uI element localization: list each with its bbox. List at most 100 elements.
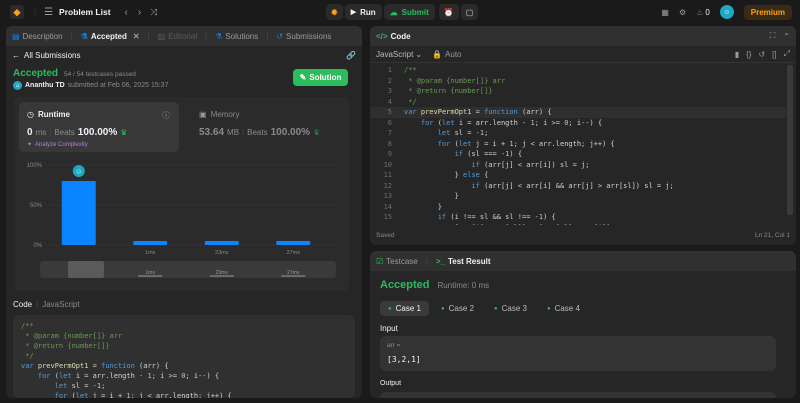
submit-button[interactable]: ☁ Submit [383,4,435,20]
tab-description-label: Description [22,31,63,41]
tab-test-result[interactable]: >_ Test Result [436,257,491,266]
minimap-selection[interactable] [68,261,104,278]
editor-code-area[interactable]: 1/** 2 * @param {number[]} arr 3 * @return… [370,65,786,225]
input-var-value: [3,2,1] [387,355,421,364]
trophy-icon: ♛ [120,128,128,137]
minimap-label: 23ms [216,270,229,276]
pass-dot-icon: ● [440,305,445,312]
close-icon[interactable]: ✕ [133,32,140,41]
submitted-code-line: for (let j = i + 1; j < arr.length; j++)… [54,392,232,398]
memory-card[interactable]: ▣ Memory 53.64 MB | Beats 100.00% ♛ [192,102,342,152]
tab-submissions[interactable]: ↺ Submissions [276,32,331,41]
editor-scrollbar[interactable] [787,65,793,215]
tab-testcase-label: Testcase [386,256,418,266]
language-select[interactable]: JavaScript ⌄ [376,50,422,59]
pass-dot-icon: ● [546,305,551,312]
editor-code-line: 12 if (arr[j] < arr[i] && arr[j] > arr[s… [383,181,674,190]
tab-solutions-label: Solutions [225,31,259,41]
tab-description[interactable]: ▤ Description [12,32,63,41]
submitter-row: ☺ Ananthu TD submitted at Feb 06, 2025 1… [13,81,168,90]
runtime-distribution-chart[interactable]: 100% 50% 0% ☺ 1ms 23ms 27ms 1ms 23ms 27ms [14,155,349,285]
streak-count: 0 [705,7,710,17]
premium-button[interactable]: Premium [743,4,792,20]
all-submissions-link[interactable]: All Submissions [24,51,80,60]
editor-actions: ▮ {} ↺ [] ⤢ [735,49,790,59]
input-box: arr = [3,2,1] [380,336,776,371]
chevron-left-icon[interactable]: ‹ [125,7,128,18]
case-tab-2[interactable]: ● Case 2 [433,301,482,316]
share-link-icon[interactable]: 🔗 [346,51,356,60]
tab-accepted-label: Accepted [90,31,127,41]
case-tab-1[interactable]: ● Case 1 [380,301,429,316]
reset-icon[interactable]: ↺ [758,49,765,59]
editor-code-line: 5 var prevPermOpt1 = function (arr) { [370,107,786,118]
distribution-bar[interactable] [276,241,311,245]
result-status: Accepted [380,279,430,291]
editor-code-line: 2 * @param {number[]} arr [387,76,506,85]
runtime-beats: 100.00% [77,127,118,138]
distribution-bar[interactable] [61,181,96,245]
solution-button[interactable]: ✎ Solution [293,69,348,86]
run-label: Run [360,7,376,17]
timer-button[interactable]: ⏰ [438,4,459,20]
x-tick-label: 27ms [287,250,301,256]
editor-status-bar: Saved Ln 21, Col 1 [376,232,790,239]
minimap-label: 1ms [146,270,156,276]
tab-divider: | [425,256,428,266]
debug-button[interactable]: ✹ [326,4,343,20]
format-braces-icon[interactable]: {} [746,49,751,59]
tab-divider: | [205,31,208,41]
analyze-complexity-link[interactable]: ✦ Analyze Complexity [27,141,88,149]
maximize-icon[interactable]: ⛶ [770,31,776,41]
tab-submissions-label: Submissions [286,31,332,41]
streak-fire-icon[interactable]: ♨ 0 [696,8,710,17]
tab-divider: | [266,31,269,41]
run-button[interactable]: ▶ Run [344,4,382,20]
settings-gear-icon[interactable]: ⚙ [679,8,686,17]
runtime-beats-label: Beats [54,128,75,137]
submitted-code-line: */ [21,352,34,360]
testcases-passed: 54 / 54 testcases passed [64,71,136,78]
bookmark-icon[interactable]: ▮ [735,49,739,59]
tab-solutions[interactable]: ⚗ Solutions [215,32,258,41]
language-select-value: JavaScript [376,49,414,59]
submitted-at: submitted at Feb 06, 2025 15:37 [67,82,169,89]
submitter-name[interactable]: Ananthu TD [25,82,65,89]
layout-grid-icon[interactable]: ▦ [661,8,669,17]
problem-list-icon[interactable]: ☰ [44,7,53,18]
expand-icon[interactable]: ⤢ [784,49,790,59]
shuffle-icon[interactable]: ⤨ [150,7,157,18]
distribution-bar[interactable] [204,241,239,245]
submitted-code-line: /** [21,322,34,330]
solution-button-label: Solution [309,73,342,82]
case-tab-4[interactable]: ● Case 4 [539,301,588,316]
distribution-bar[interactable] [133,241,168,245]
input-label: Input [380,324,398,333]
submitted-code-block[interactable]: /** * @param {number[]} arr * @return {n… [13,315,355,398]
editor-code-line: 15 if (i !== sl && sl !== -1) { [383,213,556,221]
runtime-card[interactable]: ◷ Runtime ⓘ 0 ms | Beats 100.00% ♛ ✦ Anal… [19,102,179,152]
tab-test-result-label: Test Result [447,256,491,266]
tab-accepted[interactable]: ⚗ Accepted ✕ [81,32,140,41]
notes-button[interactable]: ▢ [460,4,479,20]
auto-mode-toggle[interactable]: 🔒 Auto [432,50,461,59]
leetcode-logo-icon[interactable]: ◆ [10,5,24,19]
editor-code-line: 8 for (let j = i + 1; j < arr.length; j+… [387,139,615,148]
runtime-value: 0 [27,127,33,138]
problem-list-link[interactable]: Problem List [59,7,110,17]
result-runtime: Runtime: 0 ms [437,281,490,290]
code-editor-panel: </> Code ⛶ ⌃ JavaScript ⌄ 🔒 Auto ▮ {} ↺ [] … [370,26,796,245]
memory-beats: 100.00% [270,127,311,138]
collapse-icon[interactable]: ⌃ [783,31,790,41]
tab-editorial[interactable]: ▥ Editorial [158,32,197,41]
user-avatar-icon: ☺ [75,169,82,176]
editor-title-label: Code [390,31,411,41]
info-icon[interactable]: ⓘ [162,110,170,121]
arrow-left-icon[interactable]: ← [12,51,20,60]
alarm-icon: ⏰ [443,7,454,17]
chevron-right-icon[interactable]: › [138,7,141,18]
tab-testcase[interactable]: ☑ Testcase [376,257,418,266]
user-avatar[interactable]: ☺ [719,5,734,19]
brackets-icon[interactable]: [] [772,49,776,59]
case-tab-3[interactable]: ● Case 3 [486,301,535,316]
